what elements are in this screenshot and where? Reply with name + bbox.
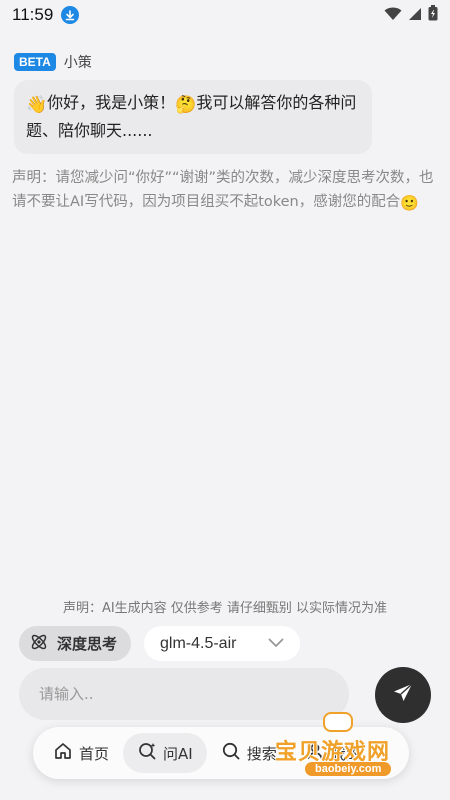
usage-disclaimer: 声明：请您减少问“你好”“谢谢”类的次数，减少深度思考次数，也请不要让AI写代码… bbox=[12, 166, 437, 215]
search-icon bbox=[221, 741, 241, 765]
status-bar: 11:59 bbox=[0, 0, 450, 30]
bot-name: 小策 bbox=[63, 55, 92, 71]
nav-label-ask-ai: 问AI bbox=[163, 744, 193, 763]
nav-label-search: 搜索 bbox=[246, 744, 277, 763]
usage-disclaimer-text: 声明：请您减少问“你好”“谢谢”类的次数，减少深度思考次数，也请不要让AI写代码… bbox=[12, 170, 434, 210]
model-selector[interactable]: glm-4.5-air bbox=[144, 626, 300, 661]
ai-content-note: 声明：AI生成内容 仅供参考 请仔细甄别 以实际情况为准 bbox=[62, 601, 388, 616]
assistant-message-bubble: 👋你好，我是小策！🤔我可以解答你的各种问题、陪你聊天...... bbox=[14, 80, 372, 154]
smile-icon: 🙂 bbox=[400, 194, 419, 212]
status-time: 11:59 bbox=[12, 5, 54, 24]
waving-hand-icon: 👋 bbox=[26, 95, 48, 115]
gamepad-icon bbox=[323, 712, 353, 732]
nav-item-home[interactable]: 首页 bbox=[39, 733, 123, 773]
deep-think-label: 深度思考 bbox=[57, 635, 118, 653]
watermark-url: baobeiy.com bbox=[305, 762, 392, 776]
deep-think-toggle[interactable]: 深度思考 bbox=[19, 626, 131, 661]
home-icon bbox=[53, 741, 73, 765]
battery-icon bbox=[428, 5, 438, 25]
thinking-face-icon: 🤔 bbox=[175, 95, 197, 115]
model-selected-value: glm-4.5-air bbox=[160, 634, 237, 652]
nav-label-home: 首页 bbox=[79, 744, 110, 763]
signal-icon bbox=[408, 6, 422, 25]
bot-header: BETA 小策 bbox=[14, 52, 92, 72]
beta-badge: BETA bbox=[14, 53, 56, 71]
download-icon bbox=[61, 6, 80, 24]
send-icon bbox=[392, 682, 414, 708]
ai-search-icon bbox=[137, 741, 157, 765]
wifi-icon bbox=[384, 6, 402, 25]
greeting-text-1: 你好，我是小策！ bbox=[47, 93, 176, 112]
watermark-logo: 宝贝游戏网 baobeiy.com bbox=[275, 712, 450, 782]
nav-item-ask-ai[interactable]: 问AI bbox=[123, 733, 207, 773]
atom-icon bbox=[29, 632, 49, 656]
chevron-down-icon bbox=[268, 635, 284, 653]
